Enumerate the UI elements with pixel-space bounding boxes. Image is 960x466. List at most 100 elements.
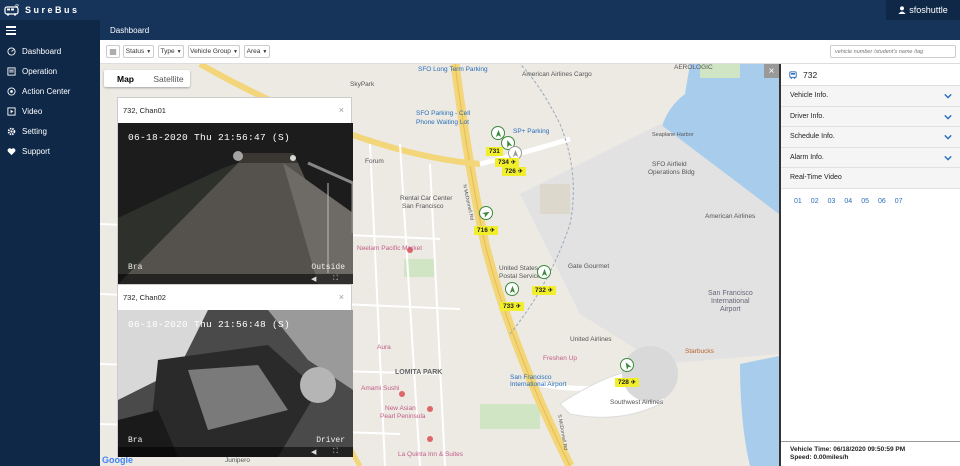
vehicle-marker[interactable] [620, 358, 634, 372]
place-label: Pearl Peninsula [380, 413, 426, 420]
section-vehicle-info[interactable]: Vehicle Info. [781, 86, 960, 107]
sidebar-item-action-center[interactable]: Action Center [0, 82, 100, 100]
channel-link-05[interactable]: 05 [861, 198, 869, 205]
sidebar-item-operation[interactable]: Operation [0, 62, 100, 80]
place-label: Postal Service [499, 273, 541, 280]
satellite-view-button[interactable]: Satellite [147, 70, 190, 87]
section-schedule-info[interactable]: Schedule Info. [781, 127, 960, 148]
section-alarm-info[interactable]: Alarm Info. [781, 147, 960, 168]
sidebar-item-dashboard[interactable]: Dashboard [0, 42, 100, 60]
place-label: Phone Waiting Lot [416, 119, 469, 126]
place-label: Amami Sushi [361, 385, 400, 392]
vehicle-detail-panel: 732 Vehicle Info. Driver Info. Schedule … [779, 64, 960, 466]
bus-arrow-icon [509, 285, 515, 293]
video-pane-header: 732, Chan01 × [118, 98, 351, 123]
bus-logo-icon [4, 4, 20, 16]
channel-link-02[interactable]: 02 [811, 198, 819, 205]
sidebar-item-video[interactable]: Video [0, 102, 100, 120]
heart-icon [7, 147, 16, 155]
sidebar-item-label: Support [22, 146, 51, 156]
channel-link-04[interactable]: 04 [844, 198, 852, 205]
status-filter[interactable]: Status ▼ [123, 45, 154, 58]
place-label: San Francisco [708, 290, 753, 297]
brand[interactable]: SureBus [0, 0, 100, 20]
vehicle-tag[interactable]: 726 ✈ [502, 167, 526, 176]
bus-arrow-icon [541, 268, 547, 276]
vehicle-tag[interactable]: 731 [486, 147, 503, 156]
vehicle-tag[interactable]: 733 ✈ [500, 302, 524, 311]
channel-link-03[interactable]: 03 [828, 198, 836, 205]
filter-bar: Status ▼ Type ▼ Vehicle Group ▼ Area ▼ [100, 40, 960, 64]
fullscreen-icon[interactable]: ⛶ [333, 448, 341, 456]
top-bar: SureBus sfoshuttle [0, 0, 960, 20]
vehicle-tag-label: 728 [618, 379, 629, 386]
map-view-button[interactable]: Map [104, 70, 147, 87]
list-toggle-button[interactable] [106, 45, 120, 58]
vehicle-tag-label: 732 [535, 287, 546, 294]
section-label: Vehicle Info. [790, 92, 829, 100]
gear-icon [7, 127, 16, 135]
video-controls: ◀ ⛶ [118, 274, 353, 284]
vehicle-tag[interactable]: 732 ✈ [532, 286, 556, 295]
place-label: Airport [720, 306, 741, 313]
vehicle-marker[interactable] [505, 282, 519, 296]
action-center-icon [7, 86, 16, 96]
area-filter[interactable]: Area ▼ [244, 45, 270, 58]
video-timestamp: 06-18-2020 Thu 21:56:47 (S) [128, 132, 291, 143]
vehicle-group-filter-label: Vehicle Group [190, 48, 231, 55]
place-label: Starbucks [685, 348, 714, 355]
vehicle-group-filter[interactable]: Vehicle Group ▼ [188, 45, 240, 58]
place-label: San Francisco [402, 203, 444, 210]
place-label: LOMITA PARK [395, 369, 443, 376]
channel-link-07[interactable]: 07 [895, 198, 903, 205]
volume-icon[interactable]: ◀ [311, 275, 319, 283]
channel-link-01[interactable]: 01 [794, 198, 802, 205]
channel-link-06[interactable]: 06 [878, 198, 886, 205]
section-label: Alarm Info. [790, 153, 824, 161]
video-pane-chan02[interactable]: 732, Chan02 × 06-18-2020 Thu 21:56:48 (S… [117, 284, 353, 457]
vehicle-marker[interactable] [537, 265, 551, 279]
section-real-time-video[interactable]: Real-Time Video [781, 168, 960, 189]
vehicle-speed: Speed: 0.00miles/h [790, 454, 849, 461]
section-label: Schedule Info. [790, 133, 835, 141]
vehicle-tag[interactable]: 716 ✈ [474, 226, 498, 235]
place-label: Freshen Up [543, 355, 577, 362]
type-filter[interactable]: Type ▼ [158, 45, 184, 58]
vehicle-search-input[interactable] [830, 45, 956, 58]
volume-icon[interactable]: ◀ [311, 448, 319, 456]
user-menu[interactable]: sfoshuttle [886, 0, 960, 20]
video-feed[interactable]: 06-18-2020 Thu 21:56:47 (S) Bra Outside … [118, 123, 353, 284]
sidebar-item-label: Setting [22, 126, 47, 136]
chevron-down-icon [944, 114, 952, 120]
video-channel-list: 01 02 03 04 05 06 07 [794, 198, 912, 205]
video-pane-chan01[interactable]: 732, Chan01 × 06-18-2020 Thu 21:56:47 (S… [117, 97, 353, 285]
vehicle-tag[interactable]: 734 ✈ [495, 158, 519, 167]
close-icon[interactable]: × [339, 292, 344, 302]
list-icon [109, 49, 117, 54]
video-pane-title: 732, Chan01 [123, 106, 166, 115]
map-close-icon[interactable]: × [764, 64, 779, 78]
sidebar-item-support[interactable]: Support [0, 142, 100, 160]
bus-arrow-icon [495, 129, 501, 137]
bus-icon [789, 70, 797, 79]
vehicle-tag[interactable]: 728 ✈ [615, 378, 639, 387]
hamburger-menu-icon[interactable] [6, 26, 16, 35]
video-feed[interactable]: 06-18-2020 Thu 21:56:48 (S) Bra Driver ◀… [118, 310, 353, 457]
caret-down-icon: ▼ [146, 48, 152, 55]
video-pane-title: 732, Chan02 [123, 293, 166, 302]
place-label: International [711, 298, 750, 305]
place-label: La Quinta Inn & Suites [398, 451, 464, 458]
caret-down-icon: ▼ [262, 48, 268, 55]
place-label: SFO Long Term Parking [418, 66, 488, 73]
place-label: Seaplane Harbor [652, 132, 694, 138]
fullscreen-icon[interactable]: ⛶ [333, 275, 341, 283]
brand-name: SureBus [25, 5, 80, 15]
section-driver-info[interactable]: Driver Info. [781, 106, 960, 127]
vehicle-marker[interactable] [479, 206, 493, 220]
vehicle-detail-header: 732 [781, 64, 960, 86]
sidebar-item-setting[interactable]: Setting [0, 122, 100, 140]
close-icon[interactable]: × [339, 105, 344, 115]
place-label: SkyPark [350, 81, 375, 88]
vehicle-tag-label: 733 [503, 303, 514, 310]
place-label: United Airlines [570, 336, 612, 343]
